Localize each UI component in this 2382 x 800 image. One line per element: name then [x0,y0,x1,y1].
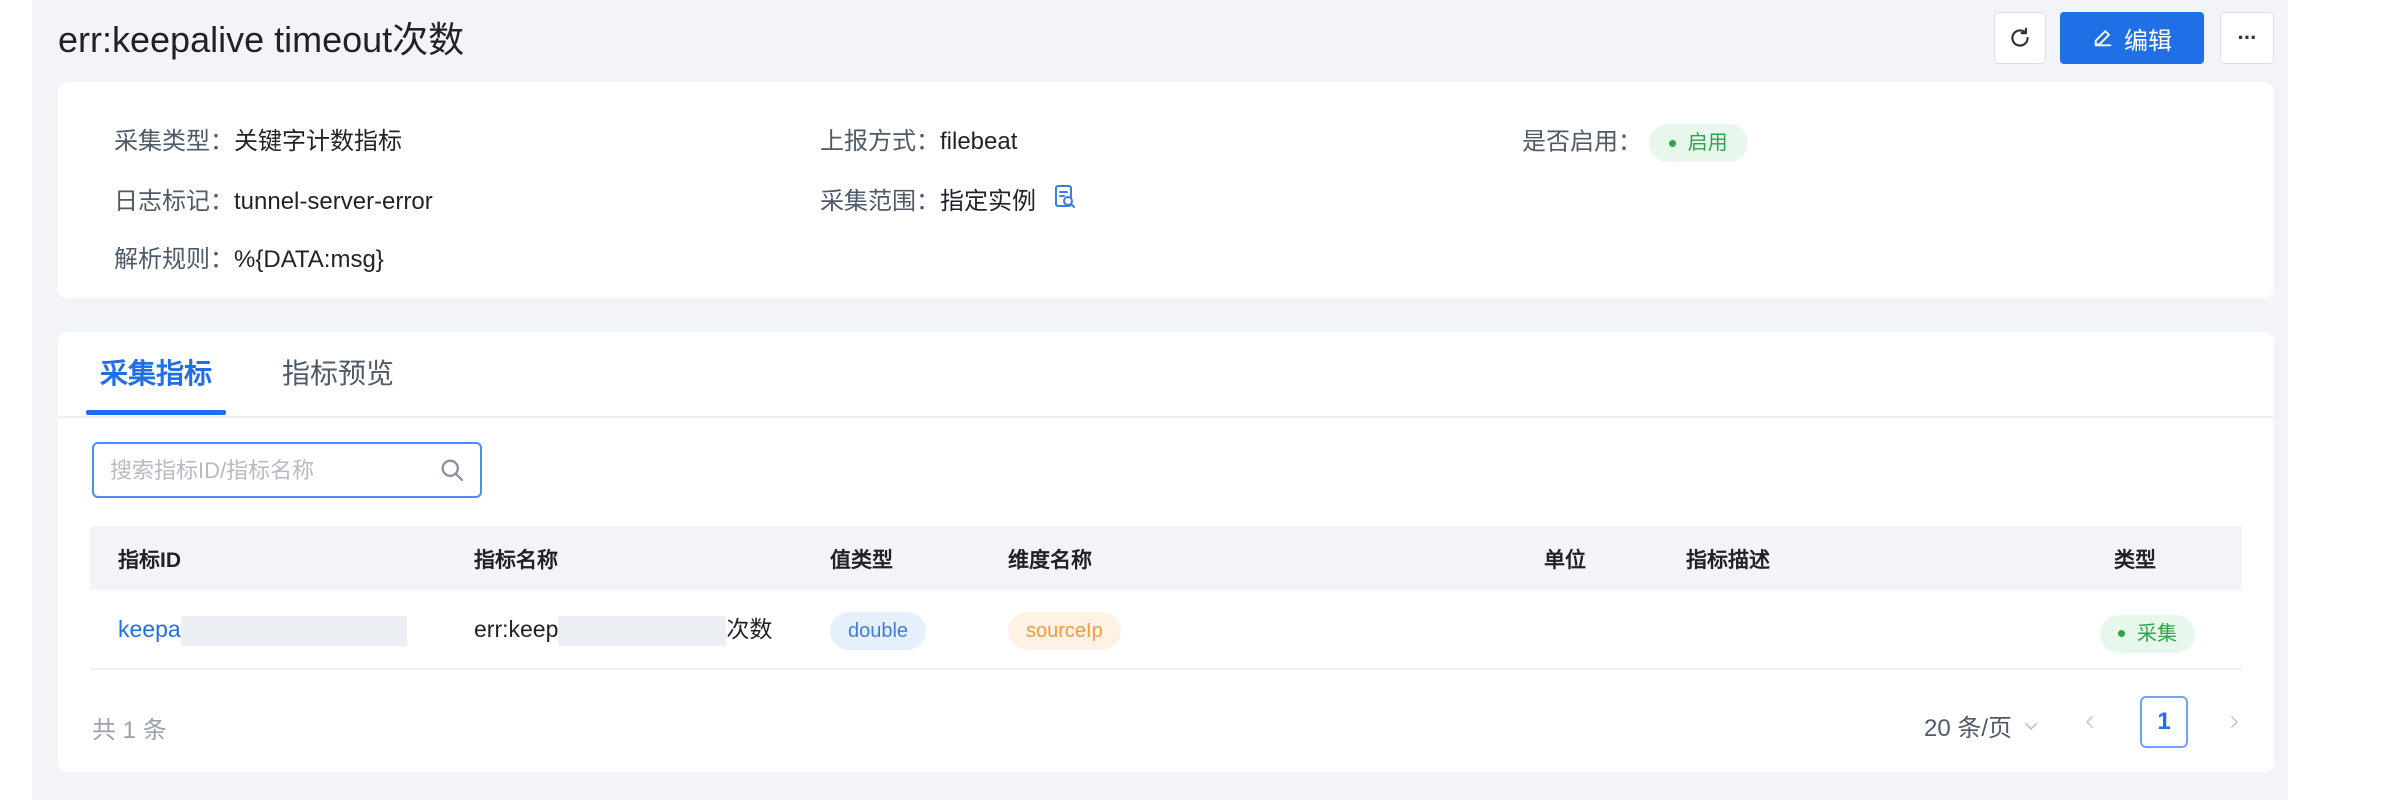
report-method-label: 上报方式： [820,128,940,155]
column-header-value-type: 值类型 [830,549,893,572]
search-icon[interactable] [438,456,466,489]
page-title: err:keepalive timeout次数 [58,19,465,60]
scope-item: 采集范围：指定实例 [820,184,1077,221]
log-tag-label: 日志标记： [114,188,234,215]
log-tag-value: tunnel-server-error [234,188,433,215]
type-badge: 采集 [2100,614,2195,653]
scope-label: 采集范围： [820,188,940,215]
parse-rule-item: 解析规则：%{DATA:msg} [114,242,384,278]
next-page-button[interactable] [2212,698,2256,746]
enabled-label: 是否启用： [1522,128,1642,156]
refresh-button[interactable] [1994,12,2046,64]
total-number: 1 [122,717,137,744]
tab-bar: 采集指标 指标预览 [58,332,2274,418]
edit-icon [2094,30,2112,47]
column-header-dimension: 维度名称 [1008,549,1092,572]
more-actions-button[interactable]: ··· [2220,12,2274,64]
parse-rule-value: %{DATA:msg} [234,246,384,273]
status-dot [1668,139,1676,147]
status-dot [2118,630,2125,637]
type-badge-text: 采集 [2137,622,2177,645]
app-root: err:keepalive timeout次数 编辑 ··· 采集类型：关键字计… [32,0,2288,800]
page-number-button[interactable]: 1 [2140,696,2188,748]
view-instances-icon[interactable] [1053,184,1077,221]
metric-search-box [92,442,482,498]
table-header: 指标ID 指标名称 值类型 维度名称 单位 指标描述 类型 [90,526,2242,590]
collect-type-label: 采集类型： [114,128,234,155]
table-row: keepa err:keep 次数 double sourceIp 采集 [90,590,2242,670]
total-count: 共 1 条 [92,710,167,745]
report-method-item: 上报方式：filebeat [820,124,1017,160]
column-header-type: 类型 [2114,549,2156,572]
enabled-item: 是否启用： 启用 [1522,124,1748,162]
metric-id-cell[interactable]: keepa [118,610,407,648]
metric-name-prefix: err:keep [474,616,559,642]
metric-name-cell: err:keep 次数 [474,610,772,648]
refresh-icon [2011,27,2029,47]
basic-info-card: 采集类型：关键字计数指标 上报方式：filebeat 是否启用： 启用 日志标记… [58,82,2274,298]
collect-type-value: 关键字计数指标 [234,128,402,155]
column-header-description: 指标描述 [1686,549,1770,572]
metrics-card: 采集指标 指标预览 指标ID 指标名称 值类型 维度名称 单位 指标描述 类型 [58,332,2274,772]
previous-page-button[interactable] [2068,698,2112,746]
parse-rule-label: 解析规则： [114,246,234,273]
column-header-metric-name: 指标名称 [474,549,558,572]
report-method-value: filebeat [940,128,1018,155]
redacted-area [180,615,407,646]
value-type-cell: double [830,610,927,650]
metric-search-input[interactable] [108,452,422,490]
redacted-area [558,615,727,646]
column-header-unit: 单位 [1544,549,1586,572]
total-suffix: 条 [142,717,167,744]
enabled-status-badge: 启用 [1648,124,1748,162]
column-header-metric-id: 指标ID [118,549,181,572]
page-size-value: 20 条/页 [1924,715,2013,742]
value-type-tag: double [830,612,927,650]
collect-type-item: 采集类型：关键字计数指标 [114,124,402,160]
more-icon: ··· [2237,25,2258,50]
total-prefix: 共 [92,717,116,744]
log-tag-item: 日志标记：tunnel-server-error [114,184,433,220]
edit-button-label: 编辑 [2124,27,2172,55]
active-tab-indicator [86,410,226,415]
chevron-down-icon [2025,722,2038,730]
dimension-tag: sourceIp [1008,612,1121,650]
enabled-status-text: 启用 [1687,132,1728,154]
chevron-right-icon [2231,716,2238,728]
metric-id-link[interactable]: keepa [118,616,181,642]
page-size-select[interactable]: 20 条/页 [1924,708,2040,743]
scope-value: 指定实例 [940,188,1036,215]
tab-collect-metrics[interactable]: 采集指标 [100,354,212,394]
edit-button[interactable]: 编辑 [2060,12,2204,64]
chevron-left-icon [2086,716,2093,728]
tab-metrics-preview[interactable]: 指标预览 [282,354,394,394]
type-cell: 采集 [2100,610,2195,653]
metric-name-suffix: 次数 [726,616,773,642]
dimension-cell: sourceIp [1008,610,1121,650]
